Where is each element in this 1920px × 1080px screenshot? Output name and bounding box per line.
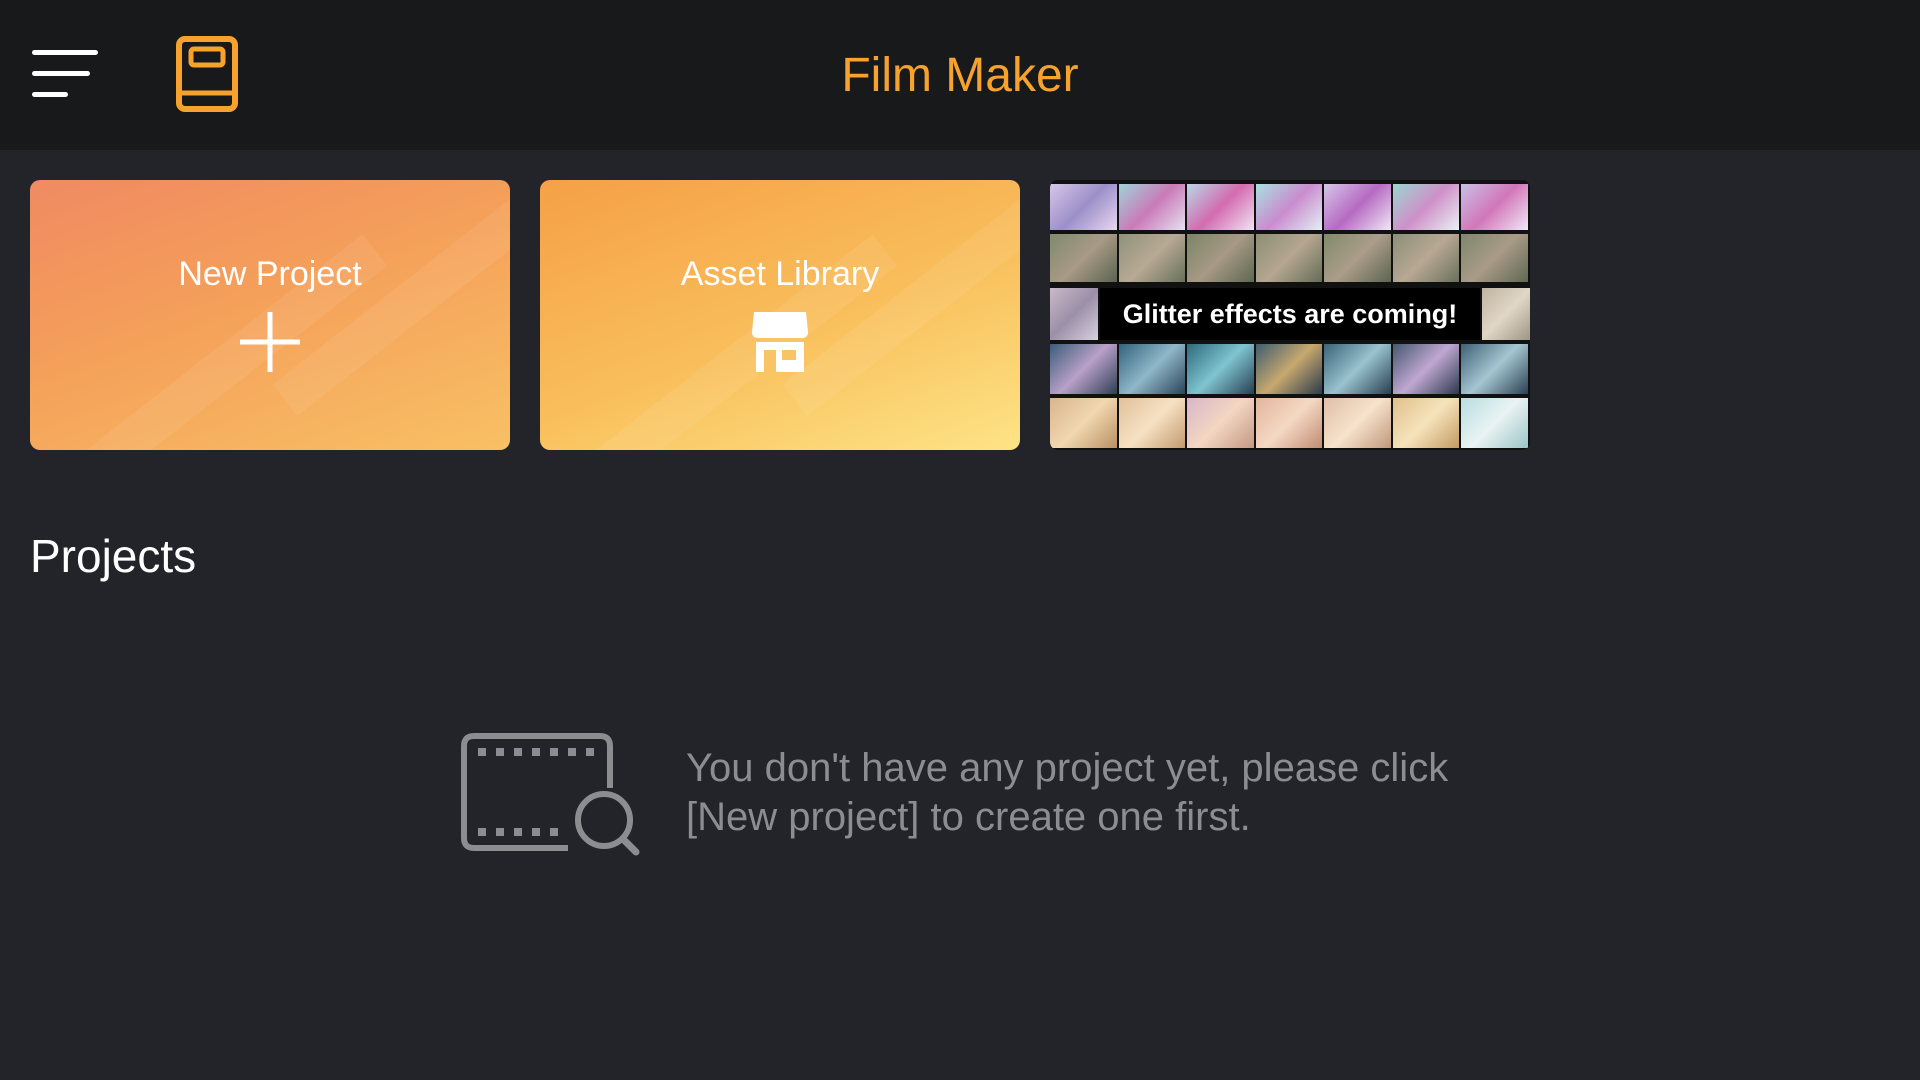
empty-message-line-2: [New project] to create one first. [686, 795, 1251, 839]
empty-message-line-1: You don't have any project yet, please c… [686, 746, 1449, 790]
plus-icon [30, 310, 510, 380]
projects-heading: Projects [30, 530, 197, 582]
banner-film-strip [1050, 234, 1530, 282]
store-icon [540, 310, 1020, 380]
top-bar: Film Maker [0, 0, 1920, 150]
app-root: Film Maker New Project Asset Library Gli… [0, 0, 1920, 1080]
banner-film-strip [1050, 344, 1530, 394]
banner-caption: Glitter effects are coming! [1100, 288, 1480, 340]
empty-projects-message: You don't have any project yet, please c… [686, 744, 1586, 842]
banner-thumbnail [1482, 288, 1530, 340]
glitter-effects-banner[interactable]: Glitter effects are coming! [1050, 180, 1530, 450]
app-title: Film Maker [841, 49, 1079, 102]
banner-film-strip [1050, 398, 1530, 448]
asset-library-card[interactable]: Asset Library [540, 180, 1020, 450]
new-project-card[interactable]: New Project [30, 180, 510, 450]
video-search-icon [460, 732, 642, 856]
banner-thumbnail [1050, 288, 1098, 340]
banner-film-strip [1050, 184, 1530, 230]
new-project-label: New Project [178, 255, 362, 293]
asset-library-label: Asset Library [680, 255, 880, 293]
